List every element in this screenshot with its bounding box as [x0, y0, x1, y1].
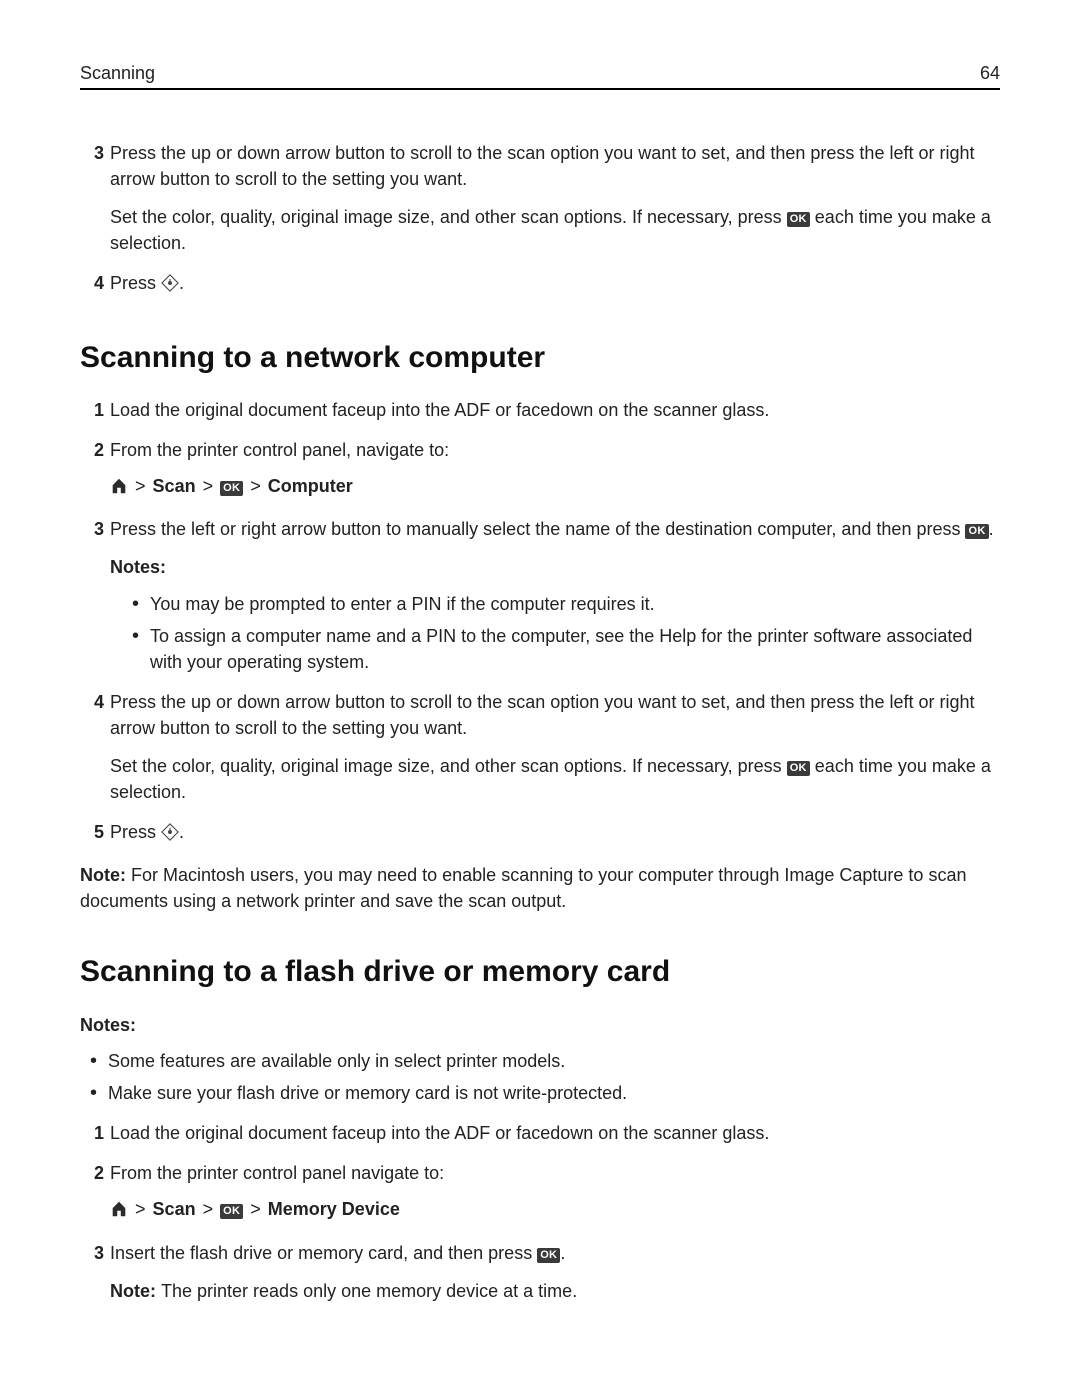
start-icon	[161, 822, 179, 848]
section-title: Scanning	[80, 60, 155, 86]
ok-icon: OK	[787, 761, 810, 776]
step-2: 2 From the printer control panel, naviga…	[80, 437, 1000, 502]
step-text: Press the up or down arrow button to scr…	[110, 692, 974, 738]
step-number: 3	[80, 516, 104, 542]
notes-label: Notes:	[80, 1012, 1000, 1038]
step-text: Press the up or down arrow button to scr…	[110, 143, 974, 189]
note-item: To assign a computer name and a PIN to t…	[132, 623, 1000, 675]
page-number: 64	[980, 60, 1000, 86]
net-steps: 1 Load the original document faceup into…	[80, 397, 1000, 848]
step-5: 5 Press .	[80, 819, 1000, 848]
notes-label: Notes:	[110, 554, 1000, 580]
step-text: Load the original document faceup into t…	[110, 400, 769, 420]
notes-list: Some features are available only in sele…	[80, 1048, 1000, 1106]
page-header: Scanning 64	[80, 60, 1000, 90]
step-text: Insert the flash drive or memory card, a…	[110, 1243, 565, 1263]
intro-steps: 3 Press the up or down arrow button to s…	[80, 140, 1000, 299]
step-text: From the printer control panel navigate …	[110, 1163, 444, 1183]
crumb-dest: Computer	[268, 476, 353, 496]
step-subtext: Set the color, quality, original image s…	[110, 753, 1000, 805]
step-3: 3 Press the left or right arrow button t…	[80, 516, 1000, 674]
step-2: 2 From the printer control panel navigat…	[80, 1160, 1000, 1225]
ok-icon: OK	[220, 481, 243, 496]
crumb-dest: Memory Device	[268, 1199, 400, 1219]
ok-icon: OK	[965, 524, 988, 539]
step-number: 4	[80, 270, 104, 296]
step-number: 4	[80, 689, 104, 715]
flash-steps: 1 Load the original document faceup into…	[80, 1120, 1000, 1303]
nav-path: > Scan > OK > Memory Device	[110, 1196, 1000, 1225]
crumb-scan: Scan	[153, 1199, 196, 1219]
home-icon	[110, 1199, 128, 1225]
step-number: 1	[80, 397, 104, 423]
note-item: You may be prompted to enter a PIN if th…	[132, 591, 1000, 617]
heading-scan-network: Scanning to a network computer	[80, 336, 1000, 380]
step-text: Press the left or right arrow button to …	[110, 519, 994, 539]
step-text: From the printer control panel, navigate…	[110, 440, 449, 460]
crumb-scan: Scan	[153, 476, 196, 496]
step-number: 1	[80, 1120, 104, 1146]
step-text: Load the original document faceup into t…	[110, 1123, 769, 1143]
step-number: 3	[80, 1240, 104, 1266]
step-3: 3 Insert the flash drive or memory card,…	[80, 1240, 1000, 1304]
ok-icon: OK	[787, 212, 810, 227]
step-text: Press .	[110, 822, 184, 842]
step-number: 2	[80, 1160, 104, 1186]
step-number: 3	[80, 140, 104, 166]
step-1: 1 Load the original document faceup into…	[80, 397, 1000, 423]
nav-path: > Scan > OK > Computer	[110, 473, 1000, 502]
step-note: Note: The printer reads only one memory …	[110, 1278, 1000, 1304]
step-4: 4 Press the up or down arrow button to s…	[80, 689, 1000, 805]
notes-list: You may be prompted to enter a PIN if th…	[110, 591, 1000, 675]
ok-icon: OK	[537, 1248, 560, 1263]
step-4: 4 Press .	[80, 270, 1000, 299]
heading-scan-flash: Scanning to a flash drive or memory card	[80, 950, 1000, 994]
step-subtext: Set the color, quality, original image s…	[110, 204, 1000, 256]
step-number: 2	[80, 437, 104, 463]
note-item: Make sure your flash drive or memory car…	[90, 1080, 1000, 1106]
ok-icon: OK	[220, 1204, 243, 1219]
step-1: 1 Load the original document faceup into…	[80, 1120, 1000, 1146]
section-note: Note: For Macintosh users, you may need …	[80, 862, 1000, 914]
note-item: Some features are available only in sele…	[90, 1048, 1000, 1074]
start-icon	[161, 273, 179, 299]
home-icon	[110, 476, 128, 502]
step-3: 3 Press the up or down arrow button to s…	[80, 140, 1000, 256]
step-text: Press .	[110, 273, 184, 293]
step-number: 5	[80, 819, 104, 845]
